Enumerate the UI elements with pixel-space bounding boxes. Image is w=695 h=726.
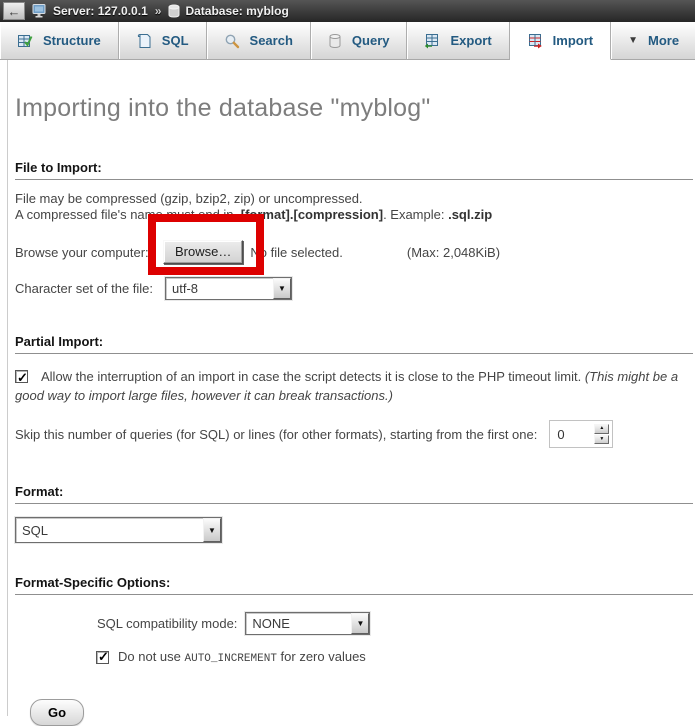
back-button[interactable]: ← <box>3 2 25 20</box>
section-heading-partial-import: Partial Import: <box>15 334 693 354</box>
section-heading-format: Format: <box>15 484 693 504</box>
charset-label: Character set of the file: <box>15 281 165 296</box>
compression-info: File may be compressed (gzip, bzip2, zip… <box>15 191 693 223</box>
tab-structure[interactable]: Structure <box>0 22 119 60</box>
max-upload-size: (Max: 2,048KiB) <box>407 245 500 260</box>
format-select-row: SQL ▼ <box>15 517 693 543</box>
sql-compatibility-select[interactable]: NONE ▼ <box>245 612 370 635</box>
tab-label: Export <box>450 33 491 48</box>
breadcrumb-database[interactable]: Database: myblog <box>168 4 288 18</box>
format-select[interactable]: SQL ▼ <box>15 517 222 543</box>
sql-compatibility-row: SQL compatibility mode: NONE ▼ <box>97 612 693 635</box>
section-heading-file-to-import: File to Import: <box>15 160 693 180</box>
spin-up-button[interactable]: ▲ <box>594 424 609 434</box>
page-title: Importing into the database "myblog" <box>15 93 693 123</box>
allow-interruption-text: Allow the interruption of an import in c… <box>41 369 585 384</box>
tab-label: Structure <box>43 33 101 48</box>
skip-queries-value: 0 <box>553 424 594 444</box>
tab-label: More <box>648 33 679 48</box>
name-rule-mid: . Example: <box>383 207 448 222</box>
name-rule-pattern: .[format].[compression] <box>237 207 383 222</box>
dropdown-arrow-icon: ▼ <box>273 278 291 299</box>
tab-more[interactable]: ▼ More <box>611 22 695 60</box>
auto-increment-text: Do not use AUTO_INCREMENT for zero value… <box>118 649 366 665</box>
tab-label: Import <box>553 33 593 48</box>
breadcrumb-server-label: Server: 127.0.0.1 <box>53 4 148 18</box>
auto-increment-code: AUTO_INCREMENT <box>185 653 277 665</box>
breadcrumb-separator: » <box>155 4 162 18</box>
browse-row: Browse your computer: Browse… No file se… <box>15 240 693 264</box>
spin-down-button[interactable]: ▼ <box>594 435 609 445</box>
export-icon <box>424 33 440 49</box>
skip-queries-label: Skip this number of queries (for SQL) or… <box>15 427 537 442</box>
tab-export[interactable]: Export <box>407 22 509 60</box>
tab-label: SQL <box>162 33 189 48</box>
tab-label: Query <box>352 33 390 48</box>
file-name-rule: A compressed file's name must end in .[f… <box>15 207 693 223</box>
allow-interruption-checkbox[interactable] <box>15 370 28 383</box>
go-button[interactable]: Go <box>30 699 84 726</box>
browse-button[interactable]: Browse… <box>163 240 243 264</box>
charset-selected-value: utf-8 <box>166 278 204 299</box>
name-rule-example: .sql.zip <box>448 207 492 222</box>
sql-compatibility-value: NONE <box>246 613 296 634</box>
tab-import[interactable]: Import <box>510 22 611 60</box>
tab-label: Search <box>250 33 293 48</box>
database-icon <box>168 4 180 18</box>
chevron-down-icon: ▼ <box>628 35 638 46</box>
format-selected-value: SQL <box>16 518 54 542</box>
phpmyadmin-import-page: { "topbar": { "back_glyph": "←", "server… <box>0 0 695 716</box>
charset-select[interactable]: utf-8 ▼ <box>165 277 292 300</box>
tab-bar: Structure SQL Search Query <box>0 22 695 60</box>
dropdown-arrow-icon: ▼ <box>203 518 221 542</box>
import-form: Importing into the database "myblog" Fil… <box>0 93 695 726</box>
server-icon <box>32 4 48 18</box>
skip-queries-row: Skip this number of queries (for SQL) or… <box>15 420 693 448</box>
tab-query[interactable]: Query <box>311 22 408 60</box>
browse-label: Browse your computer: <box>15 245 163 260</box>
charset-row: Character set of the file: utf-8 ▼ <box>15 277 693 300</box>
search-icon <box>224 33 240 49</box>
name-rule-prefix: A compressed file's name must end in <box>15 207 237 222</box>
query-icon <box>328 33 342 49</box>
structure-icon <box>17 33 33 49</box>
allow-interruption-row: Allow the interruption of an import in c… <box>15 367 691 405</box>
breadcrumb-server[interactable]: Server: 127.0.0.1 <box>32 4 148 18</box>
skip-queries-spinner: ▲ ▼ <box>594 424 609 444</box>
section-heading-format-specific: Format-Specific Options: <box>15 575 693 595</box>
breadcrumb-bar: ← Server: 127.0.0.1 » Database: myblog <box>0 0 695 22</box>
tab-search[interactable]: Search <box>207 22 311 60</box>
compression-line: File may be compressed (gzip, bzip2, zip… <box>15 191 693 207</box>
dropdown-arrow-icon: ▼ <box>351 613 369 634</box>
no-file-selected-text: No file selected. <box>250 245 343 260</box>
back-arrow-icon: ← <box>8 5 21 18</box>
breadcrumb-database-label: Database: myblog <box>185 4 288 18</box>
auto-increment-checkbox[interactable] <box>96 651 109 664</box>
tab-sql[interactable]: SQL <box>119 22 207 60</box>
import-icon <box>527 33 543 49</box>
sql-icon <box>136 33 152 49</box>
auto-increment-row: Do not use AUTO_INCREMENT for zero value… <box>96 649 693 665</box>
sql-compatibility-label: SQL compatibility mode: <box>97 616 237 631</box>
skip-queries-input[interactable]: 0 ▲ ▼ <box>549 420 613 448</box>
